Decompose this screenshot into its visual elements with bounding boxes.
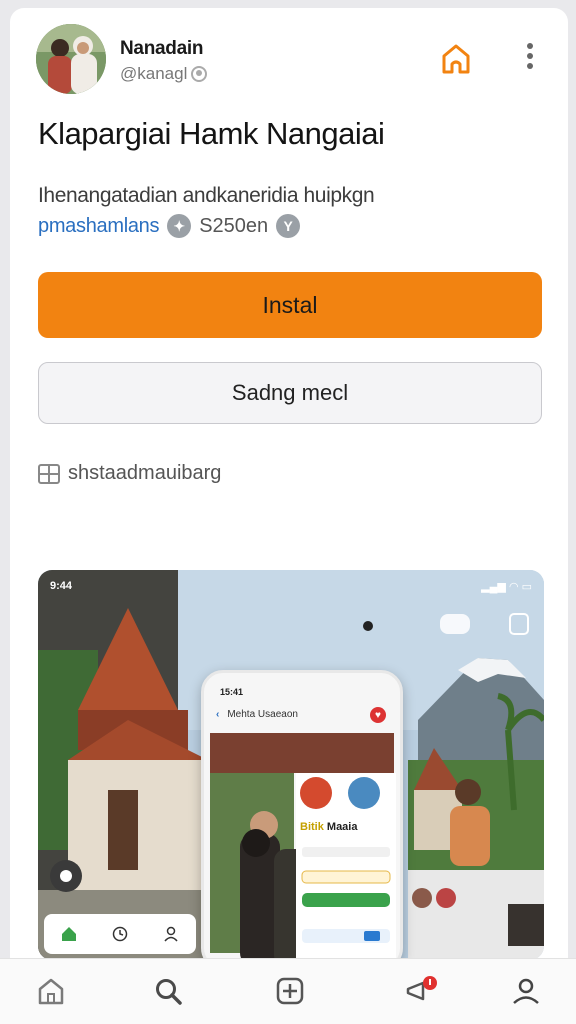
preview-home-icon [61, 926, 77, 942]
bottom-tab-bar [0, 958, 576, 1024]
phone-card-title-text: Maaia [326, 821, 358, 833]
search-icon[interactable] [148, 973, 188, 1009]
house-bookmark-icon[interactable] [436, 38, 476, 78]
phone-mockup: 15:41 ‹ Mehta Usaeaon ♥ Bitik Maaia [201, 670, 403, 960]
phone-header-title: Mehta Usaeaon [227, 709, 298, 720]
phone-card-title: Bitik Maaia [300, 821, 357, 833]
profile-icon[interactable] [506, 973, 546, 1009]
add-icon[interactable] [270, 973, 310, 1009]
secondary-action-button[interactable]: Sadng mecl [38, 362, 542, 424]
preview-nav-bar [44, 914, 196, 954]
phone-heart-icon: ♥ [370, 707, 386, 723]
app-category-link[interactable]: pmashamlans [38, 215, 160, 238]
install-button[interactable]: Instal [38, 272, 542, 338]
verified-icon [191, 66, 208, 82]
info-circle-icon[interactable]: Y [276, 214, 301, 238]
preview-status-time: 9:44 [50, 580, 73, 592]
phone-header: ‹ Mehta Usaeaon [216, 709, 298, 720]
app-tagline: Ihenangatadian andkaneridia huipkgn [38, 184, 375, 207]
app-screenshot-preview[interactable]: 9:44 ▂▄▆ ◠ ▭ 15:41 ‹ Mehta Usaeaon ♥ Bit… [38, 570, 544, 960]
developer-handle: @kanagl [120, 64, 208, 84]
more-vertical-icon[interactable] [520, 38, 540, 78]
notification-bell-icon[interactable] [402, 973, 442, 1009]
app-info-label: shstaadmauibarg [68, 462, 222, 484]
developer-avatar[interactable] [36, 24, 106, 94]
phone-card-title-accent: Bitik [300, 821, 324, 833]
developer-name[interactable]: Nanadain [120, 38, 203, 60]
phone-status-time: 15:41 [220, 687, 244, 697]
app-info-row[interactable]: shstaadmauibarg [38, 462, 221, 485]
developer-handle-text: @kanagl [120, 64, 188, 83]
preview-profile-icon [163, 926, 179, 942]
home-icon[interactable] [31, 973, 71, 1009]
app-title: Klapargiai Hamk Nangaiai [38, 116, 385, 151]
grid-info-icon [38, 463, 60, 484]
preview-status-icons: ▂▄▆ ◠ ▭ [481, 581, 532, 593]
app-detail-card: Nanadain @kanagl Klapargiai Hamk Nangaia… [10, 8, 568, 1024]
app-size: S250en [199, 214, 269, 237]
phone-back-icon: ‹ [216, 709, 220, 720]
preview-clock-icon [112, 926, 128, 942]
star-rating-icon: ✦ [167, 214, 192, 238]
app-meta-row: pmashamlans ✦ S250en Y [38, 214, 301, 238]
